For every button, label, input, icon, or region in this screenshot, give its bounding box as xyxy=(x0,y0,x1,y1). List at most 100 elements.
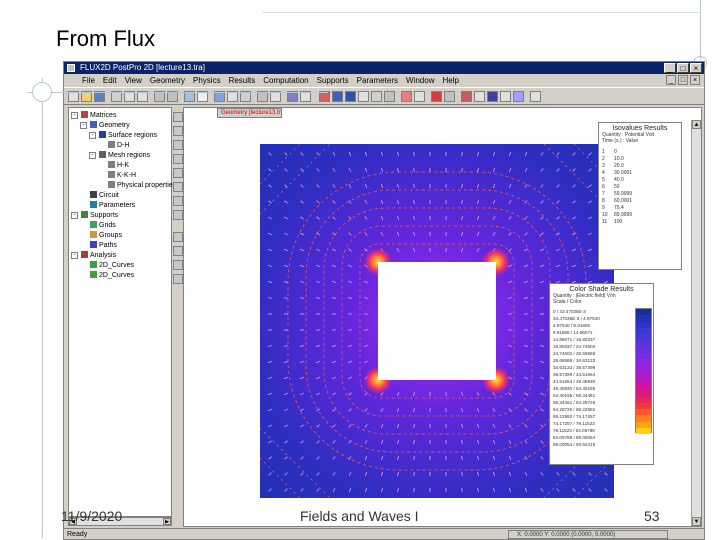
element-icon[interactable] xyxy=(173,260,183,270)
menu-view[interactable]: View xyxy=(121,74,146,87)
tree-item[interactable]: Supports xyxy=(81,211,118,220)
project-tree[interactable]: - Matrices - Geometry - Surface regions D-H - Me… xyxy=(68,107,176,517)
field-arrow xyxy=(524,297,528,299)
field-arrow xyxy=(284,184,288,188)
doc-close-button[interactable]: × xyxy=(690,75,700,85)
maximize-button[interactable]: □ xyxy=(677,63,689,73)
field-arrow xyxy=(397,168,399,172)
tree-item[interactable]: Mesh regions xyxy=(99,151,150,160)
menu-results[interactable]: Results xyxy=(225,74,260,87)
menu-help[interactable]: Help xyxy=(438,74,462,87)
field-arrow xyxy=(540,456,544,460)
tree-item-label: 2D_Curves xyxy=(99,272,135,279)
layer-icon[interactable] xyxy=(173,232,183,242)
menu-geometry[interactable]: Geometry xyxy=(146,74,189,87)
menu-edit[interactable]: Edit xyxy=(99,74,121,87)
legend-icon[interactable] xyxy=(414,91,425,102)
about-icon[interactable] xyxy=(530,91,541,102)
field-arrow xyxy=(364,488,368,492)
curve-icon[interactable] xyxy=(358,91,369,102)
tree-item[interactable]: Paths xyxy=(90,241,117,250)
pan-icon[interactable] xyxy=(173,168,183,178)
field-arrow xyxy=(461,151,463,157)
stop-icon[interactable] xyxy=(461,91,472,102)
tree-expander[interactable]: - xyxy=(80,122,87,129)
field-arrow xyxy=(300,184,304,188)
field-arrow xyxy=(540,408,544,412)
field-arrow xyxy=(508,456,512,460)
tree-item[interactable]: Grids xyxy=(90,221,116,230)
field-arrow xyxy=(284,488,288,492)
doc-restore-button[interactable]: □ xyxy=(678,75,688,85)
menu-file[interactable]: File xyxy=(78,74,99,87)
scroll-down-arrow[interactable]: ▼ xyxy=(692,517,701,526)
tree-expander[interactable]: - xyxy=(71,112,78,119)
ruler-icon[interactable] xyxy=(173,274,183,284)
help-icon[interactable] xyxy=(513,91,524,102)
menu-supports[interactable]: Supports xyxy=(313,74,353,87)
field-arrow xyxy=(316,392,320,396)
menu-parameters[interactable]: Parameters xyxy=(353,74,402,87)
tree-expander[interactable]: - xyxy=(71,252,78,259)
tree-item[interactable]: Surface regions xyxy=(99,131,157,140)
shade-icon[interactable] xyxy=(345,91,356,102)
tree-item-label: Geometry xyxy=(99,122,130,129)
zoom-in-icon[interactable] xyxy=(173,126,183,136)
tree-item[interactable]: 2D_Curves xyxy=(90,261,134,270)
field-arrow xyxy=(540,376,544,380)
refresh-icon[interactable] xyxy=(173,210,183,220)
export-icon[interactable] xyxy=(474,91,485,102)
field-arrow xyxy=(316,168,320,172)
tree-item[interactable]: Circuit xyxy=(90,191,119,200)
field-arrow xyxy=(381,487,383,493)
doc-tab[interactable]: Geometry [lecture13.tra] xyxy=(217,108,282,118)
tree-item[interactable]: Parameters xyxy=(90,201,135,210)
menu-computation[interactable]: Computation xyxy=(259,74,312,87)
tree-item[interactable]: H-K xyxy=(108,161,129,170)
color-icon[interactable] xyxy=(401,91,412,102)
tree-item[interactable]: Geometry xyxy=(90,121,130,130)
tree-item[interactable]: Analysis xyxy=(81,251,116,260)
results-view[interactable]: Geometry [lecture13.tra] Isovalues Resul… xyxy=(183,107,702,527)
field-arrow xyxy=(413,167,415,173)
path-icon[interactable] xyxy=(371,91,382,102)
field-arrow xyxy=(348,456,352,460)
isovalue-value: 30.0001 xyxy=(614,170,633,176)
zoom-out-icon[interactable] xyxy=(173,140,183,150)
menu-window[interactable]: Window xyxy=(402,74,438,87)
minimize-button[interactable]: _ xyxy=(664,63,676,73)
field-arrow xyxy=(380,183,384,189)
arrows-icon[interactable] xyxy=(332,91,343,102)
report-icon[interactable] xyxy=(500,91,511,102)
scroll-right-arrow[interactable]: ▶ xyxy=(163,518,171,525)
vertical-scrollbar[interactable]: ▲ ▼ xyxy=(691,120,701,526)
chart-icon[interactable] xyxy=(487,91,498,102)
tree-item[interactable]: Groups xyxy=(90,231,122,240)
node-icon[interactable] xyxy=(173,246,183,256)
fit-icon[interactable] xyxy=(173,182,183,192)
close-button[interactable]: × xyxy=(690,63,702,73)
field-arrow xyxy=(284,472,288,476)
field-arrow xyxy=(300,200,304,204)
tree-item[interactable]: K-K-H xyxy=(108,171,136,180)
tree-item[interactable]: D-H xyxy=(108,141,129,150)
menu-physics[interactable]: Physics xyxy=(189,74,225,87)
probe-icon[interactable] xyxy=(384,91,395,102)
tree-item[interactable]: Matrices xyxy=(81,111,116,120)
tree-item[interactable]: Physical properties xyxy=(108,181,176,190)
rotate-icon[interactable] xyxy=(173,196,183,206)
field-arrow xyxy=(380,167,384,173)
tree-expander[interactable]: - xyxy=(89,152,96,159)
tree-expander[interactable]: - xyxy=(71,212,78,219)
tree-expander[interactable]: - xyxy=(89,132,96,139)
field-arrow xyxy=(492,408,496,412)
cursor-icon[interactable] xyxy=(173,112,183,122)
zoom-window-icon[interactable] xyxy=(173,154,183,164)
flux-icon[interactable] xyxy=(431,91,442,102)
tree-item[interactable]: 2D_Curves xyxy=(90,271,134,280)
scroll-up-arrow[interactable]: ▲ xyxy=(692,120,701,129)
field-arrow xyxy=(493,487,495,493)
tools-icon[interactable] xyxy=(444,91,455,102)
doc-minimize-button[interactable]: _ xyxy=(666,75,676,85)
field-arrow xyxy=(380,471,384,477)
